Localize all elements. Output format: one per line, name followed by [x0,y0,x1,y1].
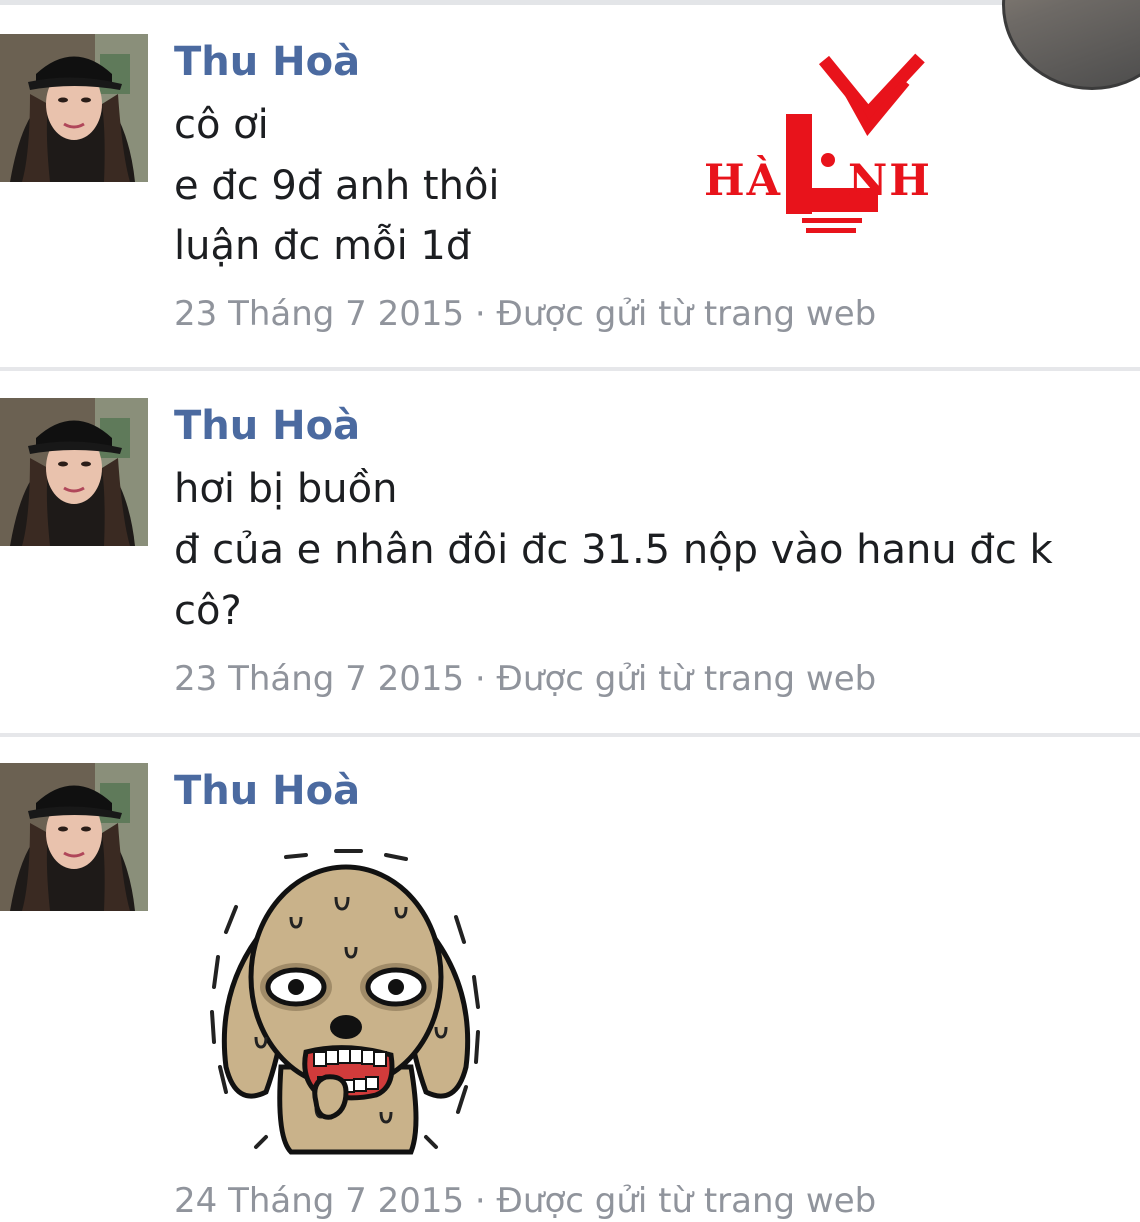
nervous-sweating-dog-sticker [196,837,496,1157]
sender-name[interactable]: Thu Hoà [174,38,360,86]
avatar[interactable] [0,398,148,546]
watermark-text: NH [848,156,932,206]
message-item: Thu Hoà hơi bị buồn đ của e nhân đôi đc … [0,371,1140,733]
message-text-line: e đc 9đ anh thôi [174,163,500,209]
message-text-line: cô? [174,588,242,634]
message-text-line: đ của e nhân đôi đc 31.5 nộp vào hanu đc… [174,527,1053,573]
watermark-text: HÀ [704,156,782,206]
message-item: Thu Hoà 24 Tháng 7 2015 · Được gửi từ tr… [0,737,1140,1221]
message-text-line: hơi bị buồn [174,466,398,512]
message-text-line: luận đc mỗi 1đ [174,223,472,269]
sender-name[interactable]: Thu Hoà [174,767,360,815]
avatar[interactable] [0,34,148,182]
message-timestamp: 24 Tháng 7 2015 · Được gửi từ trang web [174,1181,877,1221]
message-timestamp: 23 Tháng 7 2015 · Được gửi từ trang web [174,659,877,699]
sender-name[interactable]: Thu Hoà [174,402,360,450]
avatar[interactable] [0,763,148,911]
message-text-line: cô ơi [174,102,269,148]
watermark-logo: HÀ NH [698,52,934,238]
message-item: Thu Hoà cô ơi e đc 9đ anh thôi luận đc m… [0,5,1140,367]
message-timestamp: 23 Tháng 7 2015 · Được gửi từ trang web [174,294,877,334]
